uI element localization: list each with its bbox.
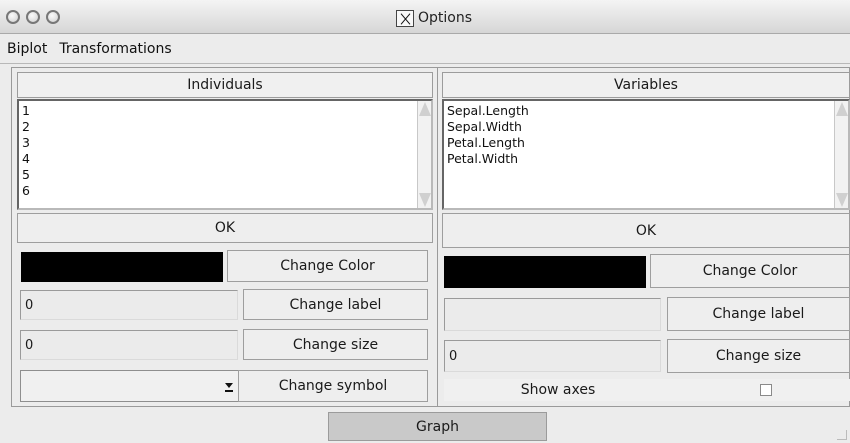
- resize-grip[interactable]: [837, 430, 847, 440]
- maximize-window-icon[interactable]: [46, 10, 60, 24]
- variables-label-input[interactable]: [444, 298, 661, 331]
- variables-change-color-button[interactable]: Change Color: [650, 254, 850, 288]
- variables-color-swatch: [444, 256, 646, 288]
- variables-header: Variables: [442, 72, 850, 98]
- individuals-scrollbar[interactable]: [417, 101, 431, 208]
- scroll-down-icon[interactable]: [836, 193, 848, 207]
- individuals-change-label-button[interactable]: Change label: [243, 289, 428, 320]
- individuals-list: 123456: [22, 103, 30, 199]
- minimize-window-icon[interactable]: [26, 10, 40, 24]
- show-axes-checkbox[interactable]: [760, 384, 772, 396]
- individuals-listbox[interactable]: 123456: [17, 99, 433, 210]
- graph-button[interactable]: Graph: [328, 412, 547, 441]
- close-window-icon[interactable]: [6, 10, 20, 24]
- list-item[interactable]: 3: [22, 135, 30, 151]
- list-item[interactable]: 1: [22, 103, 30, 119]
- individuals-symbol-select[interactable]: [20, 370, 239, 402]
- individuals-color-swatch: [21, 252, 223, 282]
- list-item[interactable]: 4: [22, 151, 30, 167]
- individuals-change-size-button[interactable]: Change size: [243, 329, 428, 360]
- variables-scrollbar[interactable]: [834, 101, 848, 208]
- variables-panel: Variables Sepal.Length Sepal.Width Petal.L…: [437, 67, 850, 407]
- variables-size-input[interactable]: 0: [444, 340, 661, 372]
- x11-app-icon: [396, 9, 414, 27]
- menu-biplot[interactable]: Biplot: [7, 41, 47, 57]
- variables-ok-button[interactable]: OK: [442, 213, 850, 248]
- individuals-change-color-button[interactable]: Change Color: [227, 250, 428, 282]
- scroll-down-icon[interactable]: [419, 193, 431, 207]
- list-item[interactable]: 6: [22, 183, 30, 199]
- variables-listbox[interactable]: Sepal.Length Sepal.Width Petal.Length Petal…: [442, 99, 850, 210]
- individuals-label-input[interactable]: 0: [20, 290, 238, 320]
- variables-change-label-button[interactable]: Change label: [667, 297, 850, 331]
- scroll-up-icon[interactable]: [836, 102, 848, 116]
- window-title: Options: [418, 10, 473, 26]
- variables-list: Sepal.Length Sepal.Width Petal.Length Petal…: [447, 103, 529, 167]
- menu-transformations[interactable]: Transformations: [59, 41, 171, 57]
- show-axes-row: Show axes: [444, 379, 850, 401]
- scroll-up-icon[interactable]: [419, 102, 431, 116]
- dropdown-bar-icon: [225, 390, 233, 392]
- window-title-group: Options: [396, 8, 472, 28]
- individuals-size-input[interactable]: 0: [20, 330, 238, 360]
- list-item[interactable]: Petal.Width: [447, 151, 529, 167]
- individuals-ok-button[interactable]: OK: [17, 213, 433, 243]
- list-item[interactable]: 2: [22, 119, 30, 135]
- individuals-header: Individuals: [17, 72, 433, 98]
- title-bar: Options: [0, 0, 850, 34]
- list-item[interactable]: Petal.Length: [447, 135, 529, 151]
- list-item[interactable]: Sepal.Width: [447, 119, 529, 135]
- menu-bar: Biplot Transformations: [0, 34, 850, 64]
- individuals-panel: Individuals 123456 OK Change Color 0 Cha…: [11, 67, 438, 407]
- variables-change-size-button[interactable]: Change size: [667, 339, 850, 373]
- list-item[interactable]: 5: [22, 167, 30, 183]
- show-axes-label: Show axes: [520, 382, 596, 398]
- individuals-change-symbol-button[interactable]: Change symbol: [238, 370, 428, 402]
- list-item[interactable]: Sepal.Length: [447, 103, 529, 119]
- dropdown-arrow-icon: [225, 383, 233, 388]
